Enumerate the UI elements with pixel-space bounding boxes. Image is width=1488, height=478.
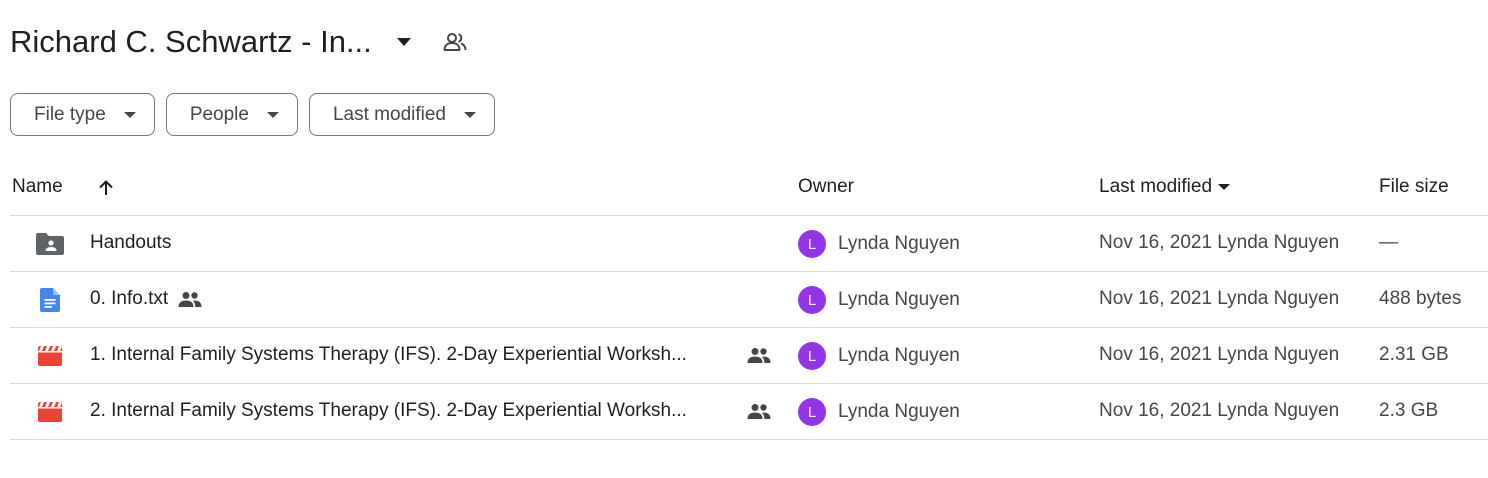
people-filter[interactable]: People	[165, 93, 298, 136]
owner-name: Lynda Nguyen	[838, 345, 960, 366]
avatar: L	[798, 230, 826, 258]
people-icon[interactable]	[442, 29, 468, 55]
folder-title-bar: Richard C. Schwartz - In...	[10, 18, 468, 66]
people-icon	[178, 289, 202, 309]
arrow-upward-icon[interactable]	[96, 177, 118, 199]
owner-cell: L Lynda Nguyen	[798, 342, 960, 370]
last-modified-cell: Nov 16, 2021 Lynda Nguyen	[1099, 288, 1340, 309]
column-header-last-modified-label: Last modified	[1099, 176, 1213, 197]
file-size-cell: 2.3 GB	[1379, 400, 1439, 421]
people-icon	[747, 401, 771, 421]
last-modified-cell: Nov 16, 2021 Lynda Nguyen	[1099, 400, 1340, 421]
owner-cell: L Lynda Nguyen	[798, 398, 960, 426]
owner-name: Lynda Nguyen	[838, 289, 960, 310]
column-header-last-modified[interactable]: Last modified	[1099, 176, 1232, 198]
table-row[interactable]: 2. Internal Family Systems Therapy (IFS)…	[10, 384, 1488, 440]
file-name: 2. Internal Family Systems Therapy (IFS)…	[90, 400, 687, 421]
column-header-owner: Owner	[798, 176, 854, 197]
video-file-icon	[36, 399, 64, 425]
file-size-cell: 2.31 GB	[1379, 344, 1449, 365]
google-docs-icon	[36, 287, 64, 313]
arrow-drop-down-icon	[1218, 180, 1232, 194]
owner-name: Lynda Nguyen	[838, 401, 960, 422]
last-modified-cell: Nov 16, 2021 Lynda Nguyen	[1099, 344, 1340, 365]
file-type-filter-label: File type	[34, 103, 106, 125]
owner-name: Lynda Nguyen	[838, 233, 960, 254]
file-list: Handouts L Lynda Nguyen Nov 16, 2021 Lyn…	[10, 216, 1488, 440]
filter-chips: File type People Last modified	[10, 93, 495, 136]
file-size-cell: —	[1379, 232, 1398, 253]
file-name-cell: 0. Info.txt	[90, 288, 202, 310]
table-header: Name Owner Last modified File size	[10, 160, 1488, 216]
arrow-drop-down-icon	[123, 109, 136, 121]
last-modified-cell: Nov 16, 2021 Lynda Nguyen	[1099, 232, 1340, 253]
shared-folder-icon	[36, 231, 64, 257]
people-filter-label: People	[189, 103, 249, 125]
file-name: 0. Info.txt	[90, 288, 169, 309]
file-type-filter[interactable]: File type	[10, 93, 155, 136]
arrow-drop-down-icon	[266, 109, 279, 121]
owner-cell: L Lynda Nguyen	[798, 230, 960, 258]
file-name: Handouts	[90, 232, 172, 253]
file-name: 1. Internal Family Systems Therapy (IFS)…	[90, 344, 687, 365]
table-row[interactable]: 0. Info.txt L Lynda Nguyen Nov 16, 2021 …	[10, 272, 1488, 328]
column-header-file-size: File size	[1379, 176, 1449, 197]
last-modified-filter-label: Last modified	[332, 103, 446, 125]
avatar: L	[798, 398, 826, 426]
arrow-drop-down-icon[interactable]	[392, 30, 416, 54]
arrow-drop-down-icon	[464, 109, 476, 121]
avatar: L	[798, 342, 826, 370]
table-row[interactable]: 1. Internal Family Systems Therapy (IFS)…	[10, 328, 1488, 384]
owner-cell: L Lynda Nguyen	[798, 286, 960, 314]
avatar: L	[798, 286, 826, 314]
people-icon	[747, 345, 771, 365]
page-title[interactable]: Richard C. Schwartz - In...	[10, 24, 372, 60]
last-modified-filter[interactable]: Last modified	[308, 93, 495, 136]
column-header-name[interactable]: Name	[12, 176, 63, 198]
table-row[interactable]: Handouts L Lynda Nguyen Nov 16, 2021 Lyn…	[10, 216, 1488, 272]
video-file-icon	[36, 343, 64, 369]
file-size-cell: 488 bytes	[1379, 288, 1462, 309]
